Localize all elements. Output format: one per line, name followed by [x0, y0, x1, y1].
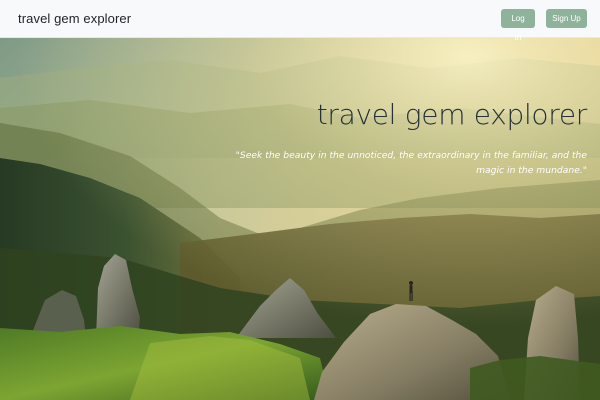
nav-actions: Log In Sign Up — [501, 9, 587, 42]
brand-link[interactable]: travel gem explorer — [18, 11, 131, 26]
signup-button[interactable]: Sign Up — [546, 9, 587, 28]
hero-background-image — [0, 38, 600, 400]
hero-title: travel gem explorer — [316, 98, 588, 131]
top-navbar: travel gem explorer Log In Sign Up — [0, 0, 600, 42]
hero-quote: "Seek the beauty in the unnoticed, the e… — [235, 150, 587, 176]
login-button[interactable]: Log In — [501, 9, 535, 42]
hero-section: travel gem explorer "Seek the beauty in … — [0, 38, 600, 400]
